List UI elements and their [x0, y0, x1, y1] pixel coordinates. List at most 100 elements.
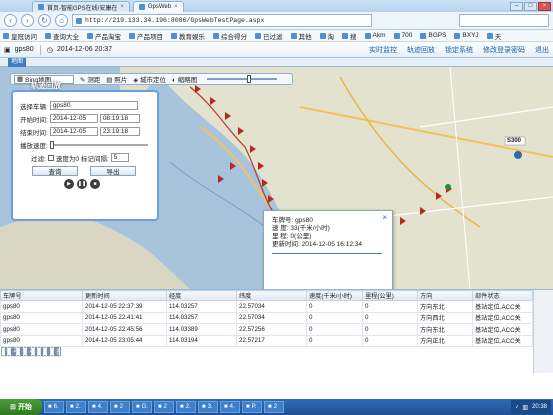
taskbar-item[interactable]: ■ 6. [44, 401, 64, 413]
search-input[interactable] [459, 14, 549, 27]
home-icon[interactable]: ⌂ [55, 14, 68, 27]
playback-speed-slider[interactable] [49, 140, 148, 149]
speed-slider-handle[interactable] [49, 140, 54, 149]
photo-tool[interactable]: ▤ 照片 [106, 74, 127, 84]
column-header[interactable]: 车牌号 [0, 290, 83, 301]
taskbar-item[interactable]: ■ 4. [88, 401, 108, 413]
tray-clock[interactable]: 20:38 [532, 404, 547, 410]
start-button[interactable]: ⊞ 开始 [0, 399, 42, 415]
start-date-input[interactable]: 2014-12-05 [49, 114, 98, 123]
bookmark-item[interactable]: 查询大全 [45, 31, 79, 41]
forward-icon[interactable]: › [21, 14, 34, 27]
mark-interval-input[interactable]: 5 [110, 153, 129, 162]
maximize-icon[interactable]: □ [524, 1, 537, 11]
browser-tab-bar: 首页-智能GPS在线/安康在 × GpsWeb × – □ × [0, 0, 553, 12]
table-row[interactable]: gps80 2014-12-05 22:45:56 114.03389 22.5725… [0, 323, 533, 336]
column-header[interactable]: 方向 [417, 290, 473, 301]
bookmark-item[interactable]: BGPS [420, 32, 446, 39]
bookmark-item[interactable]: 其他 [290, 31, 312, 41]
city-locate-tool[interactable]: ◈ 城市定位 [133, 74, 166, 84]
table-row[interactable]: gps80 2014-12-05 23:05:44 114.03194 22.5721… [0, 334, 533, 347]
table-row[interactable]: gps80 2014-12-05 22:41:41 114.03257 22.5703… [0, 311, 533, 324]
bookmark-item[interactable]: 已过滤 [255, 31, 283, 41]
change-password-link[interactable]: 修改登录密码 [483, 45, 525, 55]
table-cell: 114.03194 [19, 345, 25, 358]
taskbar-item[interactable]: ■ 2 [264, 401, 284, 413]
url-input[interactable]: http://219.133.34.196:8086/GpsWebTestPag… [72, 14, 372, 27]
bookmark-item[interactable]: 综合得分 [213, 31, 247, 41]
start-time-input[interactable]: 08:19:18 [99, 114, 140, 123]
logout-link[interactable]: 退出 [535, 45, 549, 55]
taskbar-item[interactable]: ■ 2 [154, 401, 174, 413]
browser-tab-active[interactable]: GpsWeb × [132, 1, 184, 12]
refresh-icon[interactable]: ↻ [38, 14, 51, 27]
realtime-monitor-link[interactable]: 实时监控 [369, 45, 397, 55]
bookmark-icon [393, 32, 400, 39]
taskbar-item[interactable]: ■ 2. [176, 401, 196, 413]
bookmark-item[interactable]: 搜 [342, 31, 357, 41]
bookmark-item[interactable]: 700 [393, 32, 412, 39]
filter-checkbox[interactable] [47, 154, 54, 161]
column-header[interactable]: 更新时间 [82, 290, 167, 301]
table-row[interactable]: gps802014-12-05 23:16:09114.0319422.5721… [0, 345, 61, 358]
column-header[interactable]: 纬度 [236, 290, 307, 301]
back-icon[interactable]: ‹ [4, 14, 17, 27]
taskbar-item[interactable]: ■ 2 [110, 401, 130, 413]
taskbar-item[interactable]: ■ 4. [220, 401, 240, 413]
export-button[interactable]: 导出 [90, 165, 136, 176]
table-cell: gps80 [0, 323, 83, 336]
vehicle-input[interactable]: gps80 [49, 101, 138, 110]
app-icon: ■ [92, 404, 96, 410]
table-cell: 114.03257 [166, 300, 237, 313]
bookmark-label: 皇冠访问 [11, 33, 37, 41]
lock-system-link[interactable]: 锁定系统 [445, 45, 473, 55]
taskbar-item[interactable]: ■ 2. [66, 401, 86, 413]
end-time-input[interactable]: 23:19:18 [99, 127, 140, 136]
zoom-slider[interactable] [207, 75, 278, 83]
stop-icon[interactable]: ■ [90, 178, 100, 189]
browser-tab[interactable]: 首页-智能GPS在线/安康在 × [32, 1, 130, 12]
track-playback-link[interactable]: 轨迹回放 [407, 45, 435, 55]
network-icon[interactable]: ▥ [522, 404, 528, 411]
column-header[interactable]: 速度(千米/小时) [306, 290, 363, 301]
bookmark-item[interactable]: 教育娱乐 [171, 31, 205, 41]
tab-map[interactable]: 地图 [8, 57, 27, 67]
measure-tool[interactable]: ✎ 测距 [80, 74, 100, 84]
road-label: S300 [507, 138, 522, 144]
bookmark-item[interactable]: 皇冠访问 [3, 31, 37, 41]
bookmark-item[interactable]: Akm [364, 32, 386, 39]
vehicle-row: 选择车辆: gps80 [20, 99, 150, 112]
bookmark-item[interactable]: BXYJ [454, 32, 479, 39]
map-view[interactable]: S300 ▦ Bing地图 ✎ 测距 ▤ 照片 ◈ 城市定位 ◐ 缩略图 轨迹回放… [0, 67, 553, 289]
column-header[interactable]: 经度 [166, 290, 237, 301]
column-header[interactable]: 部件状态 [472, 290, 533, 301]
bookmark-icon [290, 32, 297, 39]
zoom-slider-handle[interactable] [247, 75, 252, 83]
table-row[interactable]: gps80 2014-12-05 22:37:39 114.03257 22.5703… [0, 300, 533, 313]
taskbar-item-label: P. [251, 404, 257, 410]
close-window-icon[interactable]: × [538, 1, 551, 11]
column-header[interactable]: 里程(公里) [362, 290, 418, 301]
table-scrollbar[interactable] [533, 290, 553, 373]
taskbar-item[interactable]: ■ P. [242, 401, 262, 413]
table-cell: 0 [362, 334, 418, 347]
play-icon[interactable]: ▶ [64, 178, 74, 189]
taskbar-item[interactable]: ■ 3. [198, 401, 218, 413]
close-icon[interactable]: × [382, 214, 387, 222]
bookmark-icon [171, 32, 177, 39]
bookmark-label: BXYJ [462, 32, 479, 39]
query-button[interactable]: 查询 [32, 165, 78, 176]
thumbnail-tool[interactable]: ◐ 缩略图 [172, 74, 197, 84]
bookmark-item[interactable]: 天 [486, 31, 501, 41]
close-tab-icon[interactable]: × [120, 4, 124, 10]
bookmark-item[interactable]: 产品淘宝 [87, 31, 121, 41]
close-tab-icon[interactable]: × [174, 4, 178, 10]
volume-icon[interactable]: ♪ [515, 404, 518, 410]
minimize-icon[interactable]: – [510, 1, 523, 11]
taskbar-item[interactable]: ■ G. [132, 401, 152, 413]
pause-icon[interactable]: ❚❚ [77, 178, 87, 189]
bookmark-item[interactable]: 产品项目 [129, 31, 163, 41]
bookmark-item[interactable]: 淘 [319, 31, 334, 41]
end-date-input[interactable]: 2014-12-05 [49, 127, 98, 136]
table-cell: 22.57217 [236, 334, 307, 347]
